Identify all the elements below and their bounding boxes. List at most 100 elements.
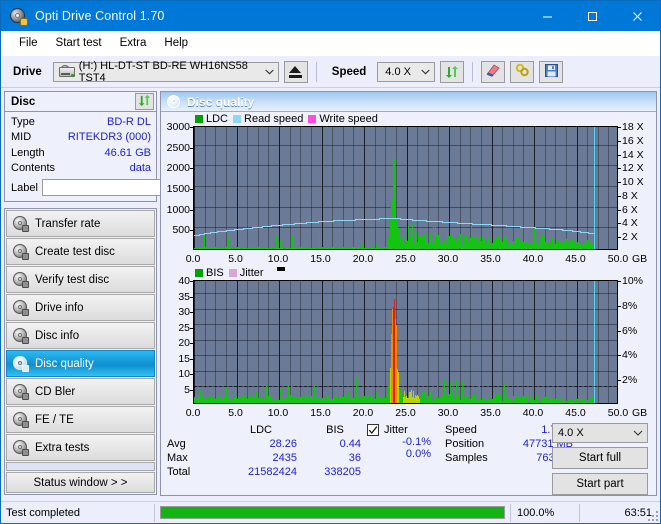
jitter-avg-value: -0.1%: [402, 436, 431, 448]
stats-col-bis: BIS: [326, 424, 344, 436]
close-icon[interactable]: [615, 1, 660, 31]
erase-button[interactable]: [481, 60, 506, 83]
start-full-button[interactable]: Start full: [552, 447, 648, 469]
jitter-checkbox-row[interactable]: Jitter: [367, 424, 445, 436]
sidebar-item-create-test-disc[interactable]: Create test disc: [6, 238, 155, 265]
y2-tick-label: 8 X: [622, 189, 638, 202]
disc-row-key: MID: [11, 131, 32, 144]
window-controls: [525, 1, 660, 31]
menu-extra[interactable]: Extra: [111, 34, 156, 52]
test-speed-select[interactable]: 4.0 X: [552, 423, 648, 443]
disc-panel-header: Disc: [5, 92, 156, 112]
menu-bar: File Start test Extra Help: [1, 31, 660, 56]
x-tick-label: 45.0: [565, 253, 586, 265]
bis-chart: BIS Jitter 5 10 15 20 25 30 35 40 2% 4% 6% 8% 10%: [163, 266, 654, 420]
y-tick-label: 15: [178, 352, 190, 365]
sidebar-item-label: Disc info: [35, 329, 80, 342]
disc-info-rows: Type BD-R DL MID RITEKDR3 (000) Length 4…: [5, 112, 215, 201]
ldc-plot-area: [193, 126, 618, 250]
legend-label: LDC: [206, 113, 229, 125]
statistics-panel: LDC BIS Avg 28.26 0.44 Max 2435 36 Total…: [161, 420, 656, 495]
application-window: Opti Drive Control 1.70 File Start test …: [0, 0, 661, 524]
legend-ldc: LDC: [195, 113, 228, 125]
sidebar-item-fe-te[interactable]: FE / TE: [6, 406, 155, 433]
main-body: Disc Type BD-R DL MID RITEKDR3 (000) Len…: [1, 88, 660, 496]
sidebar-item-label: FE / TE: [35, 413, 74, 426]
sidebar-item-verify-test-disc[interactable]: Verify test disc: [6, 266, 155, 293]
legend-label: BIS: [206, 267, 224, 279]
progress-fill: [161, 507, 504, 518]
menu-start-test[interactable]: Start test: [47, 34, 111, 52]
chevron-down-icon: [417, 63, 434, 81]
status-window-button[interactable]: Status window > >: [6, 472, 155, 493]
save-button[interactable]: [539, 60, 564, 83]
stats-max-bis: 36: [348, 452, 361, 464]
y-tick-label: 500: [172, 224, 190, 237]
ldc-y2-axis-speed: 2 X4 X6 X8 X 10 X 12 X 14 X 16 X 18 X: [618, 121, 650, 252]
test-stats: Speed 1.75 X Position 47731 MB Samples 7…: [445, 423, 650, 495]
sidebar-item-transfer-rate[interactable]: Transfer rate: [6, 210, 155, 237]
bis-plot-row: 5 10 15 20 25 30 35 40 2% 4% 6% 8% 10%: [163, 275, 654, 406]
sidebar-item-drive-info[interactable]: Drive info: [6, 294, 155, 321]
disc-row-contents: Contents data: [11, 161, 151, 177]
jitter-stats: Jitter -0.1% 0.0%: [367, 424, 445, 495]
disc-icon: [13, 412, 29, 428]
disc-label-row: Label: [11, 178, 215, 197]
disc-refresh-button[interactable]: [135, 93, 154, 110]
y2-tick-label: 4 X: [622, 217, 638, 230]
disc-icon: [13, 328, 29, 344]
position-cursor: [594, 127, 595, 249]
tools-button[interactable]: [510, 60, 535, 83]
sidebar-item-extra-tests[interactable]: Extra tests: [6, 434, 155, 461]
disc-row-type: Type BD-R DL: [11, 114, 151, 130]
maximize-icon[interactable]: [570, 1, 615, 31]
drive-label: Drive: [13, 65, 42, 78]
disc-row-key: Length: [11, 146, 45, 159]
speed-select[interactable]: 4.0 X: [377, 61, 436, 82]
status-message: Test completed: [1, 503, 155, 522]
x-tick-label: 50.0: [607, 253, 629, 265]
ldc-chart: LDC Read speed Write speed 500 1000 1500…: [163, 112, 654, 266]
legend-label: Write speed: [319, 113, 378, 125]
sidebar-item-label: Verify test disc: [35, 273, 110, 286]
x-tick-label: 0.0: [185, 407, 201, 419]
y2-tick-label: 18 X: [622, 121, 644, 133]
refresh-icon: [138, 94, 151, 110]
ldc-plot-row: 500 1000 1500 2000 2500 3000 2 X4 X6 X8 X 10 X…: [163, 121, 654, 252]
resize-grip-icon[interactable]: [646, 509, 658, 521]
x-tick-label: 25.0: [395, 253, 416, 265]
sidebar-item-disc-quality[interactable]: Disc quality: [6, 350, 155, 377]
disc-quality-panel: Disc quality LDC Read speed Write speed …: [160, 91, 657, 496]
toolbar-separator-2: [472, 61, 474, 82]
sidebar-item-label: Create test disc: [35, 245, 115, 258]
sidebar-item-disc-info[interactable]: Disc info: [6, 322, 155, 349]
menu-help[interactable]: Help: [155, 34, 197, 52]
sidebar-item-cd-bler[interactable]: CD Bler: [6, 378, 155, 405]
chevron-down-icon: [629, 430, 647, 436]
disc-icon: [13, 384, 29, 400]
eject-icon: [289, 65, 303, 78]
refresh-button[interactable]: [440, 60, 465, 83]
disc-row-length: Length 46.61 GB: [11, 145, 151, 161]
stats-row-label: Max: [167, 452, 188, 464]
eject-button[interactable]: [283, 60, 308, 83]
erase-icon: [486, 63, 501, 80]
x-tick-label: 5.0: [228, 253, 243, 265]
legend-write-speed: Write speed: [308, 113, 378, 125]
legend-swatch: [233, 115, 242, 123]
legend-read-speed: Read speed: [233, 113, 303, 125]
app-disc-icon: [9, 7, 28, 26]
y2-tick-label: 2%: [622, 374, 638, 387]
drive-select[interactable]: (H:) HL-DT-ST BD-RE WH16NS58 TST4: [52, 60, 279, 84]
minimize-icon[interactable]: [525, 1, 570, 31]
tools-icon: [515, 63, 530, 80]
speed-row-label: Speed: [445, 424, 477, 436]
x-tick-label: 10.0: [267, 407, 289, 419]
y2-tick-label: 4%: [622, 349, 638, 362]
y2-tick-label: 6%: [622, 324, 638, 337]
jitter-checkbox[interactable]: [367, 424, 379, 436]
menu-file[interactable]: File: [10, 34, 47, 52]
start-part-button[interactable]: Start part: [552, 473, 648, 495]
disc-row-key: Contents: [11, 162, 56, 175]
x-axis-unit: GB: [632, 407, 648, 419]
